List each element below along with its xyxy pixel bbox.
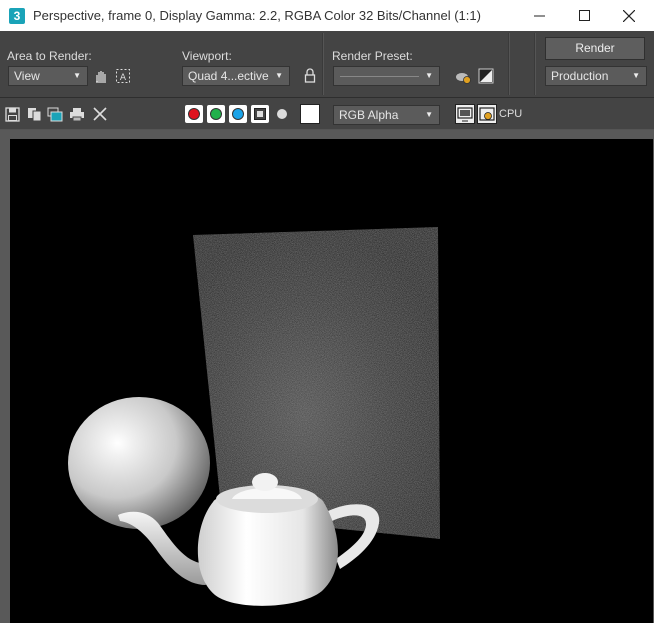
frame-buffer-area bbox=[0, 130, 654, 623]
auto-region-icon: A bbox=[116, 69, 130, 83]
toggle-ui-overlays-button[interactable] bbox=[455, 104, 475, 124]
render-preset-dropdown[interactable]: ▼ bbox=[333, 66, 440, 86]
chevron-down-icon: ▼ bbox=[425, 71, 433, 80]
teapot-lid-knob bbox=[252, 473, 278, 491]
alpha-channel-toggle[interactable] bbox=[251, 105, 269, 123]
teapot-gear-icon bbox=[456, 73, 471, 84]
minimize-button[interactable] bbox=[516, 0, 562, 31]
red-channel-toggle[interactable] bbox=[185, 105, 203, 123]
copy-icon bbox=[27, 107, 41, 121]
frame-buffer-toolbar: RGB Alpha ▼ CPU bbox=[0, 99, 654, 130]
sphere-object bbox=[68, 397, 210, 529]
chevron-down-icon: ▼ bbox=[632, 71, 640, 80]
render-controls-panel: Area to Render: View ▼ A Viewport: Quad … bbox=[0, 31, 654, 98]
hand-icon bbox=[96, 71, 106, 83]
display-overlay-icon bbox=[457, 107, 473, 122]
save-image-button[interactable] bbox=[4, 106, 20, 122]
title-bar: 3 Perspective, frame 0, Display Gamma: 2… bbox=[0, 0, 654, 31]
app-logo-icon: 3 bbox=[9, 7, 25, 24]
print-image-button[interactable] bbox=[69, 106, 85, 122]
render-window-icon bbox=[479, 107, 495, 121]
environment-effects-button[interactable] bbox=[477, 67, 495, 85]
toggle-ui-button[interactable] bbox=[477, 104, 497, 124]
render-button[interactable]: Render bbox=[545, 37, 645, 60]
blue-channel-icon bbox=[232, 108, 244, 120]
clone-icon bbox=[47, 107, 63, 121]
close-button[interactable] bbox=[606, 0, 652, 31]
maximize-button[interactable] bbox=[561, 0, 607, 31]
close-icon bbox=[623, 9, 635, 22]
window-title: Perspective, frame 0, Display Gamma: 2.2… bbox=[33, 8, 481, 23]
green-channel-icon bbox=[210, 108, 222, 120]
render-preset-label: Render Preset: bbox=[332, 49, 413, 63]
red-channel-icon bbox=[188, 108, 200, 120]
maximize-icon bbox=[578, 10, 590, 21]
chevron-down-icon: ▼ bbox=[275, 71, 283, 80]
render-canvas bbox=[68, 227, 440, 606]
edit-region-button[interactable] bbox=[92, 67, 110, 85]
environment-icon bbox=[478, 68, 494, 84]
blue-channel-toggle[interactable] bbox=[229, 105, 247, 123]
background-color-swatch[interactable] bbox=[300, 104, 320, 124]
production-value: Production bbox=[551, 69, 609, 83]
rendered-image[interactable] bbox=[10, 139, 653, 623]
production-dropdown[interactable]: Production ▼ bbox=[545, 66, 647, 86]
clear-button[interactable] bbox=[92, 106, 108, 122]
svg-text:A: A bbox=[120, 73, 127, 83]
clear-x-icon bbox=[93, 107, 107, 121]
monochrome-toggle[interactable] bbox=[277, 109, 287, 119]
lock-viewport-button[interactable] bbox=[301, 67, 319, 85]
lock-icon bbox=[304, 68, 316, 83]
divider bbox=[508, 33, 510, 95]
clone-window-button[interactable] bbox=[47, 106, 63, 122]
viewport-value: Quad 4...ective bbox=[188, 69, 269, 83]
copy-image-button[interactable] bbox=[26, 106, 42, 122]
auto-region-button[interactable]: A bbox=[114, 67, 132, 85]
minimize-icon bbox=[533, 15, 545, 17]
viewport-dropdown[interactable]: Quad 4...ective ▼ bbox=[182, 66, 290, 86]
divider bbox=[322, 33, 324, 95]
green-channel-toggle[interactable] bbox=[207, 105, 225, 123]
render-setup-button[interactable] bbox=[454, 67, 472, 85]
empty-preset-line bbox=[340, 76, 419, 77]
save-icon bbox=[4, 106, 20, 122]
print-icon bbox=[70, 107, 84, 121]
area-to-render-label: Area to Render: bbox=[7, 49, 92, 63]
area-to-render-dropdown[interactable]: View ▼ bbox=[8, 66, 88, 86]
divider bbox=[534, 33, 536, 95]
chevron-down-icon: ▼ bbox=[425, 110, 433, 119]
alpha-channel-icon bbox=[254, 108, 266, 120]
chevron-down-icon: ▼ bbox=[73, 71, 81, 80]
area-to-render-value: View bbox=[14, 69, 40, 83]
channel-display-dropdown[interactable]: RGB Alpha ▼ bbox=[333, 105, 440, 125]
channel-display-value: RGB Alpha bbox=[339, 108, 399, 122]
viewport-label: Viewport: bbox=[182, 49, 232, 63]
renderer-label: CPU bbox=[499, 108, 523, 120]
